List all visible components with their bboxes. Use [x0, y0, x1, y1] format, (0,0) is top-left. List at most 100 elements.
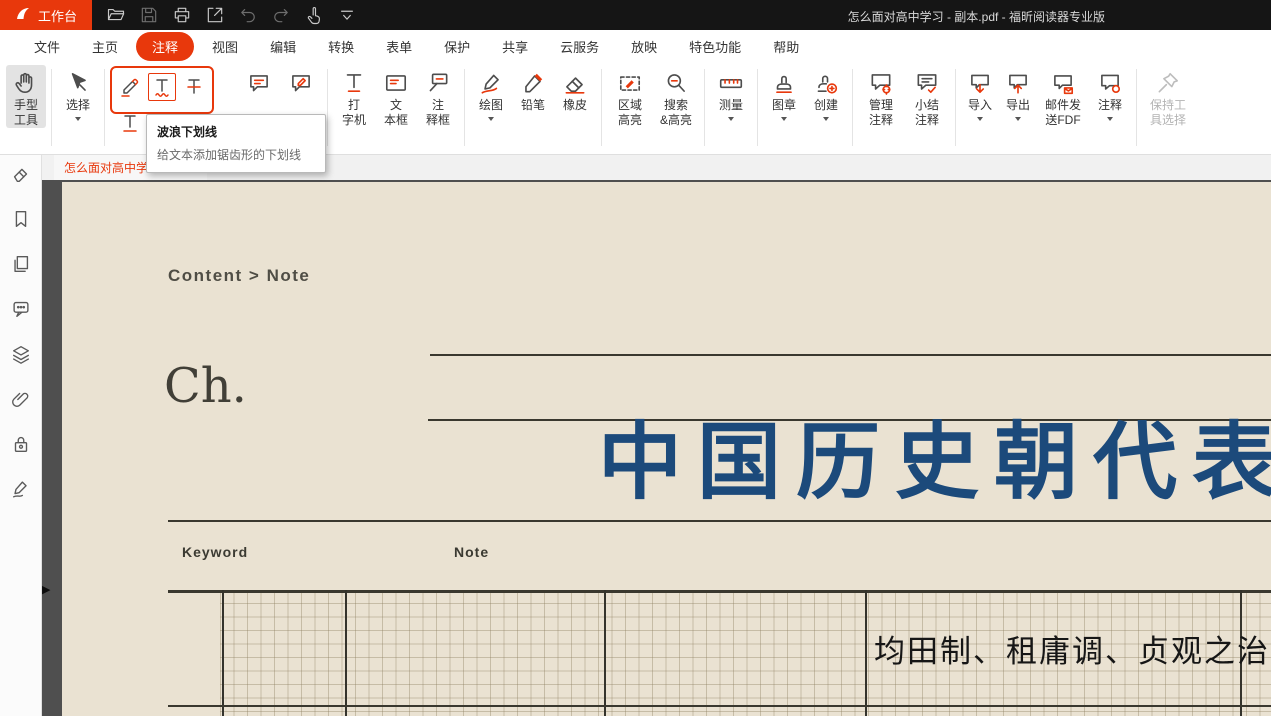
pdf-page: Content > Note Ch. 中国历史朝代表 Keyword Note … — [62, 182, 1271, 716]
security-panel-button[interactable] — [9, 432, 33, 456]
ruler-icon — [718, 68, 744, 98]
ribbon-separator — [852, 69, 853, 146]
open-file-button[interactable] — [106, 5, 126, 25]
table-vline — [604, 590, 606, 716]
menu-comment[interactable]: 注释 — [136, 32, 194, 61]
menu-help[interactable]: 帮助 — [757, 32, 815, 61]
summarize-comments-icon — [914, 68, 940, 98]
callout-button[interactable]: 注 释框 — [417, 65, 459, 128]
keep-tool-selected-label: 保持工 具选择 — [1150, 98, 1186, 128]
squiggly-underline-tooltip: 波浪下划线 给文本添加锯齿形的下划线 — [146, 114, 326, 173]
create-label: 创建 — [814, 98, 838, 113]
menu-bar: 文件 主页 注释 视图 编辑 转换 表单 保护 共享 云服务 放映 特色功能 帮… — [0, 30, 1271, 62]
export-comments-button[interactable]: 导出 — [999, 65, 1037, 121]
panel-expand-button[interactable]: ▶ — [42, 585, 50, 596]
squiggly-underline-button[interactable] — [148, 73, 176, 101]
signatures-panel-button[interactable] — [9, 477, 33, 501]
attachments-panel-button[interactable] — [9, 387, 33, 411]
dropdown-caret-icon — [1107, 117, 1113, 121]
email-icon — [1050, 68, 1076, 98]
menu-edit[interactable]: 编辑 — [254, 32, 312, 61]
workbench-button[interactable]: 工作台 — [0, 0, 92, 30]
save-button[interactable] — [139, 5, 159, 25]
eraser-button[interactable]: 橡皮 — [554, 65, 596, 113]
menu-form[interactable]: 表单 — [370, 32, 428, 61]
note-bubble-icon — [246, 68, 272, 98]
ribbon-separator — [464, 69, 465, 146]
touch-mode-button[interactable] — [304, 5, 324, 25]
redo-button[interactable] — [271, 5, 291, 25]
typewriter-button[interactable]: 打 字机 — [333, 65, 375, 128]
select-cursor-icon — [65, 68, 91, 98]
ribbon-separator — [1136, 69, 1137, 146]
sticky-note-button[interactable] — [238, 65, 280, 98]
export-icon — [1005, 68, 1031, 98]
manage-comments-icon — [868, 68, 894, 98]
menu-protect[interactable]: 保护 — [428, 32, 486, 61]
customize-toolbar-button[interactable] — [337, 5, 357, 25]
drawing-button[interactable]: 绘图 — [470, 65, 512, 121]
underline-button[interactable] — [116, 109, 144, 137]
create-button[interactable]: 创建 — [805, 65, 847, 121]
ribbon-separator — [327, 69, 328, 146]
summarize-comments-label: 小结 注释 — [915, 98, 939, 128]
print-button[interactable] — [172, 5, 192, 25]
keep-tool-selected-button: 保持工 具选择 — [1142, 65, 1194, 128]
area-highlight-icon — [617, 68, 643, 98]
hand-tool-button[interactable]: 手型 工具 — [6, 65, 46, 128]
textbox-button[interactable]: 文 本框 — [375, 65, 417, 128]
manage-comments-button[interactable]: 管理 注释 — [858, 65, 904, 128]
pencil-button[interactable]: 铅笔 — [512, 65, 554, 113]
comment-settings-label: 注释 — [1098, 98, 1122, 113]
workbench-label: 工作台 — [38, 6, 77, 25]
menu-file[interactable]: 文件 — [18, 32, 76, 61]
stamp-icon — [771, 68, 797, 98]
strikeout-button[interactable] — [180, 73, 208, 101]
menu-features[interactable]: 特色功能 — [673, 32, 757, 61]
document-viewport[interactable]: ▶ Content > Note Ch. 中国历史朝代表 Keyword Not… — [42, 180, 1271, 716]
hand-icon — [13, 68, 39, 98]
undo-button[interactable] — [238, 5, 258, 25]
stamp-label: 图章 — [772, 98, 796, 113]
eraser-panel-button[interactable] — [9, 162, 33, 186]
pushpin-icon — [1155, 68, 1181, 98]
menu-convert[interactable]: 转换 — [312, 32, 370, 61]
import-comments-button[interactable]: 导入 — [961, 65, 999, 121]
pencil-note-button[interactable] — [280, 65, 322, 98]
pencil-icon — [520, 68, 546, 98]
menu-view[interactable]: 视图 — [196, 32, 254, 61]
select-tool-label: 选择 — [66, 98, 90, 113]
ribbon-separator — [757, 69, 758, 146]
doc-main-title: 中国历史朝代表 — [598, 420, 1271, 504]
table-row-line — [168, 705, 1271, 707]
ribbon-separator — [955, 69, 956, 146]
callout-icon — [425, 68, 451, 98]
foxit-logo-icon — [15, 6, 31, 25]
dropdown-caret-icon — [1015, 117, 1021, 121]
quick-access-toolbar — [106, 5, 357, 25]
pages-panel-button[interactable] — [9, 252, 33, 276]
layers-panel-button[interactable] — [9, 342, 33, 366]
highlight-text-button[interactable] — [116, 73, 144, 101]
export-button[interactable] — [205, 5, 225, 25]
measure-button[interactable]: 测量 — [710, 65, 752, 121]
pencil-bubble-icon — [288, 68, 314, 98]
area-highlight-button[interactable]: 区域 高亮 — [607, 65, 653, 128]
title-bar: 工作台 怎么面对高中学习 - 副本.pdf - 福昕阅读器专业版 — [0, 0, 1271, 30]
comments-panel-button[interactable] — [9, 297, 33, 321]
select-tool-button[interactable]: 选择 — [57, 65, 99, 121]
handwritten-note-text: 均田制、租庸调、贞观之治、 — [874, 626, 1271, 671]
notebook-line — [430, 354, 1271, 356]
search-highlight-button[interactable]: 搜索 &高亮 — [653, 65, 699, 128]
bookmarks-panel-button[interactable] — [9, 207, 33, 231]
summarize-comments-button[interactable]: 小结 注释 — [904, 65, 950, 128]
stamp-button[interactable]: 图章 — [763, 65, 805, 121]
menu-present[interactable]: 放映 — [615, 32, 673, 61]
menu-share[interactable]: 共享 — [486, 32, 544, 61]
ribbon-separator — [704, 69, 705, 146]
menu-home[interactable]: 主页 — [76, 32, 134, 61]
comment-settings-button[interactable]: 注释 — [1089, 65, 1131, 121]
menu-cloud[interactable]: 云服务 — [544, 32, 615, 61]
email-fdf-button[interactable]: 邮件发 送FDF — [1037, 65, 1089, 128]
search-highlight-icon — [663, 68, 689, 98]
